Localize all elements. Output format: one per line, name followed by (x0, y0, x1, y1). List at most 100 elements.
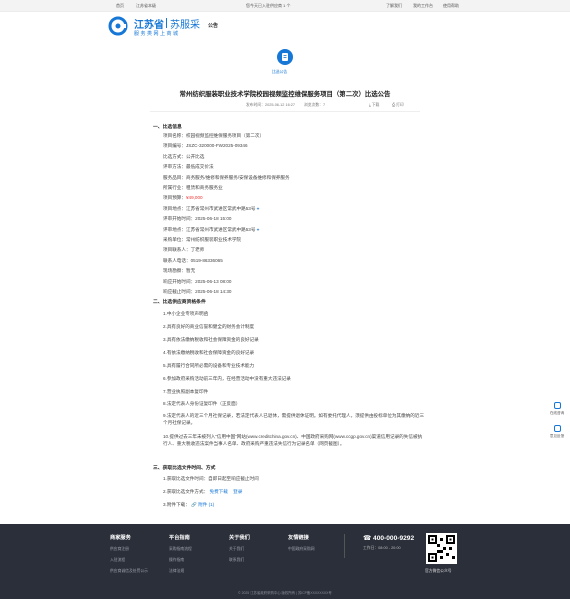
attachment-row: 3.附件下载： 🔗 附件 (1) (163, 502, 214, 508)
info-row: 采购单位：常州纺织服装职业技术学院 (163, 237, 241, 243)
free-download-link[interactable]: 免费下载 (209, 489, 227, 494)
divider (150, 111, 420, 112)
footer-column: 平台指南 采购指南流程 操作指南 法律法规 (169, 534, 192, 580)
info-key: 联系人电话： (163, 257, 191, 263)
site-header (0, 12, 570, 42)
feedback-label: 意见反馈 (549, 434, 565, 438)
info-key: 评审地点： (163, 226, 186, 232)
info-key: 项目地点： (163, 205, 186, 211)
footer-link[interactable]: 供应商注册 (110, 547, 148, 552)
info-value: 暂无 (185, 268, 196, 274)
login-link[interactable]: 登录 (233, 489, 242, 494)
footer-column-heading: 关于我们 (229, 535, 250, 541)
info-value: 商务服务/维修和保养服务/安保设备维修和保养服务 (185, 174, 290, 180)
info-key: 评审开始时间： (163, 216, 196, 222)
footer-link[interactable]: 操作指南 (169, 558, 192, 563)
info-key: 响应开始时间： (163, 278, 196, 284)
info-row: 响应开始时间：2025-06-13 08:00 (163, 279, 231, 285)
info-value: 公开比选 (185, 153, 205, 159)
footer-link[interactable]: 关于我们 (229, 547, 250, 552)
info-value: 校园视频监控维保服务项目（第二次） (185, 133, 265, 138)
footer-link[interactable]: 法律法规 (169, 569, 192, 574)
obtain-time: 1.获取比选文件时间：自即日起至响应截止时间 (163, 476, 259, 481)
info-row: 现场勘察：暂无 (163, 268, 195, 274)
footer-column-heading: 友情链接 (288, 535, 309, 541)
footer-link[interactable]: 采购指南流程 (169, 547, 192, 552)
requirement-item: 9.法定代表人的近三个月社保记录，若法定代表人已退休，需提供退休证明。如有委托代… (163, 413, 425, 425)
info-key: 比选方式： (163, 153, 186, 159)
notice-icon (277, 49, 293, 65)
info-row: 项目联系人：丁老师 (163, 247, 204, 253)
attachment-link[interactable]: 附件 (1) (198, 502, 214, 507)
info-value: 江苏省常州市武进区常武中路53号 (185, 226, 256, 232)
workbench-link[interactable]: 我的工作台 (413, 3, 433, 9)
info-key: 现场勘察： (163, 268, 186, 274)
info-row: 项目编号：JSZC-320000-FW2025-09346 (163, 143, 248, 149)
info-row: 所属行业：租赁和商务服务业 (163, 185, 223, 191)
footer-link[interactable]: 供应商诚信及处罚公示 (110, 569, 148, 574)
footer-link[interactable]: 入驻流程 (110, 558, 148, 563)
consult-button[interactable]: 在线咨询 (548, 402, 566, 416)
section-obtain-heading: 三、获取比选文件时间、方式 (153, 466, 216, 471)
attachment-label: 3.附件下载： (163, 502, 190, 507)
info-key: 评审方法： (163, 164, 186, 170)
info-row: 服务品目：商务服务/维修和保养服务/安保设备维修和保养服务 (163, 175, 290, 181)
logo-name[interactable]: 苏服采 (170, 16, 200, 31)
requirement-item: 7.营业执照副本复印件 (163, 389, 209, 394)
info-row: 联系人电话：0519-86336065 (163, 258, 223, 264)
logo-province[interactable]: 江苏省 (134, 16, 164, 31)
download-button[interactable]: ⤓ 下载 (369, 103, 379, 108)
qr-code (426, 533, 457, 564)
logo-icon[interactable] (108, 16, 128, 36)
home-link[interactable]: 首页 (116, 3, 124, 9)
info-value: 2025-06-18 14:30 (195, 289, 232, 294)
section-info-heading: 一、比选信息 (153, 125, 182, 130)
info-value: 2025-06-13 08:00 (195, 278, 232, 284)
service-hours: 工作日：08:00 - 20:00 (363, 546, 401, 550)
info-value: 常州纺织服装职业技术学院 (185, 237, 242, 242)
feedback-button[interactable]: 意见反馈 (548, 425, 566, 439)
notice-title: 常州纺织服装职业技术学院校园视频监控维保服务项目（第二次）比选公告 (179, 91, 391, 98)
requirement-item: 10.提供过去三年未被列入“信用中国”网站(www.creditchina.go… (163, 434, 423, 446)
info-key: 项目预算： (163, 195, 186, 201)
chat-icon (553, 402, 561, 409)
requirement-item: 4.有依法缴纳税收和社会保障资金的良好记录 (163, 350, 255, 355)
footer-link[interactable]: 联系我们 (229, 558, 250, 563)
paperclip-icon: 🔗 (191, 502, 197, 507)
qr-label: 官方微信公众号 (425, 569, 452, 573)
requirement-item: 6.参加政府采购活动前三年内，在经营活动中没有重大违法记录 (163, 376, 291, 381)
about-link[interactable]: 了解我们 (386, 3, 402, 9)
info-key: 项目名称： (163, 133, 186, 138)
logo-divider (166, 18, 167, 28)
info-row: 评审开始时间：2025-06-18 15:00 (163, 216, 231, 222)
help-link[interactable]: 使用帮助 (443, 3, 459, 9)
info-row: 项目地点：江苏省常州市武进区常武中路53号 ⌖ (163, 206, 259, 212)
info-row: 评审地点：江苏省常州市武进区常武中路53号 ⌖ (163, 227, 259, 233)
phone-number: 400-000-9292 (373, 535, 415, 542)
requirement-item: 3.具有依法缴纳税收和社会保障资金的良好记录 (163, 337, 259, 342)
location-pin-icon[interactable]: ⌖ (255, 227, 260, 232)
location-pin-icon[interactable]: ⌖ (255, 206, 260, 211)
download-label: 下载 (371, 103, 380, 107)
print-button[interactable]: ⎙ 打印 (392, 103, 404, 108)
info-row: 项目预算：¥49,000 (163, 195, 203, 201)
info-key: 响应截止时间： (163, 289, 196, 294)
region-selector[interactable]: 江苏省本级 (136, 3, 156, 9)
info-value: ¥49,000 (185, 195, 203, 201)
top-notice: 您今天已入驻供应商 1 个 (246, 3, 291, 8)
consult-label: 在线咨询 (549, 411, 565, 415)
requirement-item: 2.具有良好的商业信誉和健全的财务会计制度 (163, 324, 255, 329)
footer-link[interactable]: 中国政府采购网 (288, 547, 315, 552)
site-footer (0, 524, 570, 599)
info-value: 江苏省常州市武进区常武中路53号 (185, 205, 256, 211)
footer-divider (344, 534, 345, 558)
notice-type-label: 比选公告 (272, 70, 288, 74)
info-key: 项目编号： (163, 143, 186, 149)
requirement-item: 1.中小企业专项声明函 (163, 311, 209, 316)
info-row: 项目名称：校园视频监控维保服务项目（第二次） (163, 133, 264, 139)
info-row: 响应截止时间：2025-06-18 14:30 (163, 289, 231, 295)
info-value: 租赁和商务服务业 (185, 185, 223, 190)
info-value: JSZC-320000-FW2025-09346 (185, 143, 248, 149)
nav-notice[interactable]: 公告 (208, 22, 218, 29)
info-key: 项目联系人： (163, 247, 191, 253)
